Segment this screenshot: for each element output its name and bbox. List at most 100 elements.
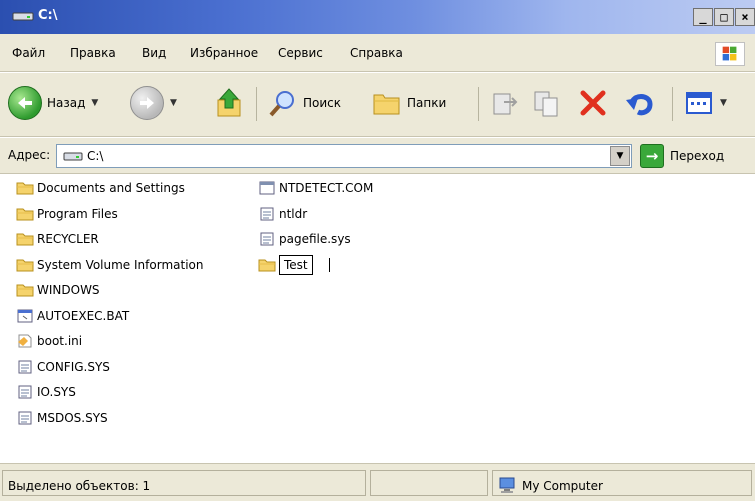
file-name: pagefile.sys <box>279 232 351 246</box>
file-sys-icon <box>258 231 276 247</box>
file-name: ntldr <box>279 206 308 221</box>
menu-bar: Файл Правка Вид Избранное Сервис Справка <box>0 34 755 72</box>
file-sys-icon <box>16 410 34 426</box>
views-button[interactable]: ▼ <box>684 81 727 125</box>
search-button[interactable]: Поиск <box>268 81 341 125</box>
file-name: Program Files <box>37 206 118 221</box>
drive-icon <box>12 12 34 21</box>
delete-button[interactable] <box>578 81 608 125</box>
file-item[interactable]: Program Files <box>16 203 118 225</box>
menu-favorites[interactable]: Избранное <box>190 46 258 60</box>
folders-label: Папки <box>407 96 447 110</box>
file-name: RECYCLER <box>37 232 99 246</box>
folder-icon <box>16 180 34 196</box>
file-item[interactable]: CONFIG.SYS <box>16 356 110 378</box>
address-bar: Адрес: C:\ ▼ → Переход <box>0 138 755 174</box>
toolbar: Назад ▼ ▼ Поиск Папки ▼ <box>0 73 755 137</box>
file-name: MSDOS.SYS <box>37 410 108 425</box>
file-item[interactable]: System Volume Information <box>16 254 203 276</box>
folders-icon <box>373 94 400 115</box>
views-icon <box>686 92 712 114</box>
file-name: AUTOEXEC.BAT <box>37 308 130 323</box>
file-item[interactable]: NTDETECT.COM <box>258 177 373 199</box>
address-value: C:\ <box>87 149 104 163</box>
move-to-button[interactable] <box>490 81 520 125</box>
file-sys-icon <box>258 206 276 222</box>
file-name: IO.SYS <box>37 385 76 399</box>
file-item[interactable]: WINDOWS <box>16 279 100 301</box>
status-bar: Выделено объектов: 1 My Computer <box>0 463 755 501</box>
text-cursor <box>328 257 330 272</box>
file-name: WINDOWS <box>37 283 100 297</box>
window-title: C:\ <box>38 8 58 23</box>
file-name: CONFIG.SYS <box>37 359 110 374</box>
toolbar-separator <box>256 87 257 121</box>
folders-button[interactable]: Папки <box>372 81 446 125</box>
menu-file[interactable]: Файл <box>12 46 45 60</box>
toolbar-separator <box>478 87 479 121</box>
views-dropdown-icon[interactable]: ▼ <box>720 98 727 108</box>
folder-icon <box>16 257 34 273</box>
file-item[interactable]: boot.ini <box>16 330 82 352</box>
go-arrow-icon: → <box>640 144 664 168</box>
forward-button[interactable]: ▼ <box>130 81 177 125</box>
folder-icon <box>258 257 276 273</box>
file-name: NTDETECT.COM <box>279 181 374 195</box>
my-computer-icon <box>499 477 515 493</box>
search-icon <box>269 91 294 117</box>
go-button[interactable]: → Переход <box>640 144 724 168</box>
file-item[interactable]: Test <box>258 254 330 276</box>
folder-icon <box>16 282 34 298</box>
up-button[interactable] <box>214 81 244 125</box>
folder-icon <box>16 206 34 222</box>
back-button[interactable]: Назад ▼ <box>8 81 98 125</box>
back-dropdown-icon[interactable]: ▼ <box>91 98 98 108</box>
forward-arrow-icon <box>130 86 164 120</box>
back-arrow-icon <box>8 86 42 120</box>
menu-tools[interactable]: Сервис <box>278 46 323 60</box>
maximize-button[interactable]: □ <box>714 8 734 26</box>
status-location: My Computer <box>522 479 603 493</box>
file-list[interactable]: Documents and Settings Program Files RECYC… <box>0 175 755 463</box>
rename-input[interactable]: Test <box>279 254 313 275</box>
file-item[interactable]: AUTOEXEC.BAT <box>16 305 129 327</box>
search-label: Поиск <box>303 96 342 110</box>
copy-to-icon <box>534 91 558 117</box>
file-com-icon <box>258 180 276 196</box>
undo-button[interactable] <box>624 81 656 125</box>
up-folder-icon <box>217 88 241 117</box>
copy-to-button[interactable] <box>532 81 562 125</box>
menu-help[interactable]: Справка <box>350 46 403 60</box>
go-label: Переход <box>670 149 725 163</box>
delete-x-icon <box>580 90 606 116</box>
forward-dropdown-icon[interactable]: ▼ <box>170 98 177 108</box>
address-label: Адрес: <box>8 148 51 162</box>
minimize-button[interactable]: _ <box>693 8 713 26</box>
menu-view[interactable]: Вид <box>142 46 166 60</box>
windows-logo-icon <box>715 42 745 66</box>
folder-icon <box>16 231 34 247</box>
undo-icon <box>626 94 653 116</box>
file-sys-icon <box>16 384 34 400</box>
file-name: boot.ini <box>37 334 83 348</box>
status-selected-count: Выделено объектов: 1 <box>8 479 151 493</box>
move-to-icon <box>493 93 518 115</box>
status-cell-size <box>370 470 488 496</box>
file-sys-icon <box>16 359 34 375</box>
file-name: Documents and Settings <box>37 181 185 195</box>
file-item[interactable]: Documents and Settings <box>16 177 185 199</box>
address-dropdown-icon[interactable]: ▼ <box>610 146 630 166</box>
menu-edit[interactable]: Правка <box>70 46 116 60</box>
file-item[interactable]: MSDOS.SYS <box>16 407 108 429</box>
file-item[interactable]: IO.SYS <box>16 381 76 403</box>
back-label: Назад <box>47 96 86 110</box>
toolbar-separator <box>672 87 673 121</box>
address-input[interactable]: C:\ ▼ <box>56 144 632 168</box>
file-item[interactable]: pagefile.sys <box>258 228 351 250</box>
file-item[interactable]: ntldr <box>258 203 307 225</box>
close-button[interactable]: × <box>735 8 755 26</box>
file-bat-icon <box>16 308 34 324</box>
title-bar[interactable]: C:\ _ □ × <box>0 0 755 34</box>
file-item[interactable]: RECYCLER <box>16 228 99 250</box>
file-name: System Volume Information <box>37 257 204 272</box>
